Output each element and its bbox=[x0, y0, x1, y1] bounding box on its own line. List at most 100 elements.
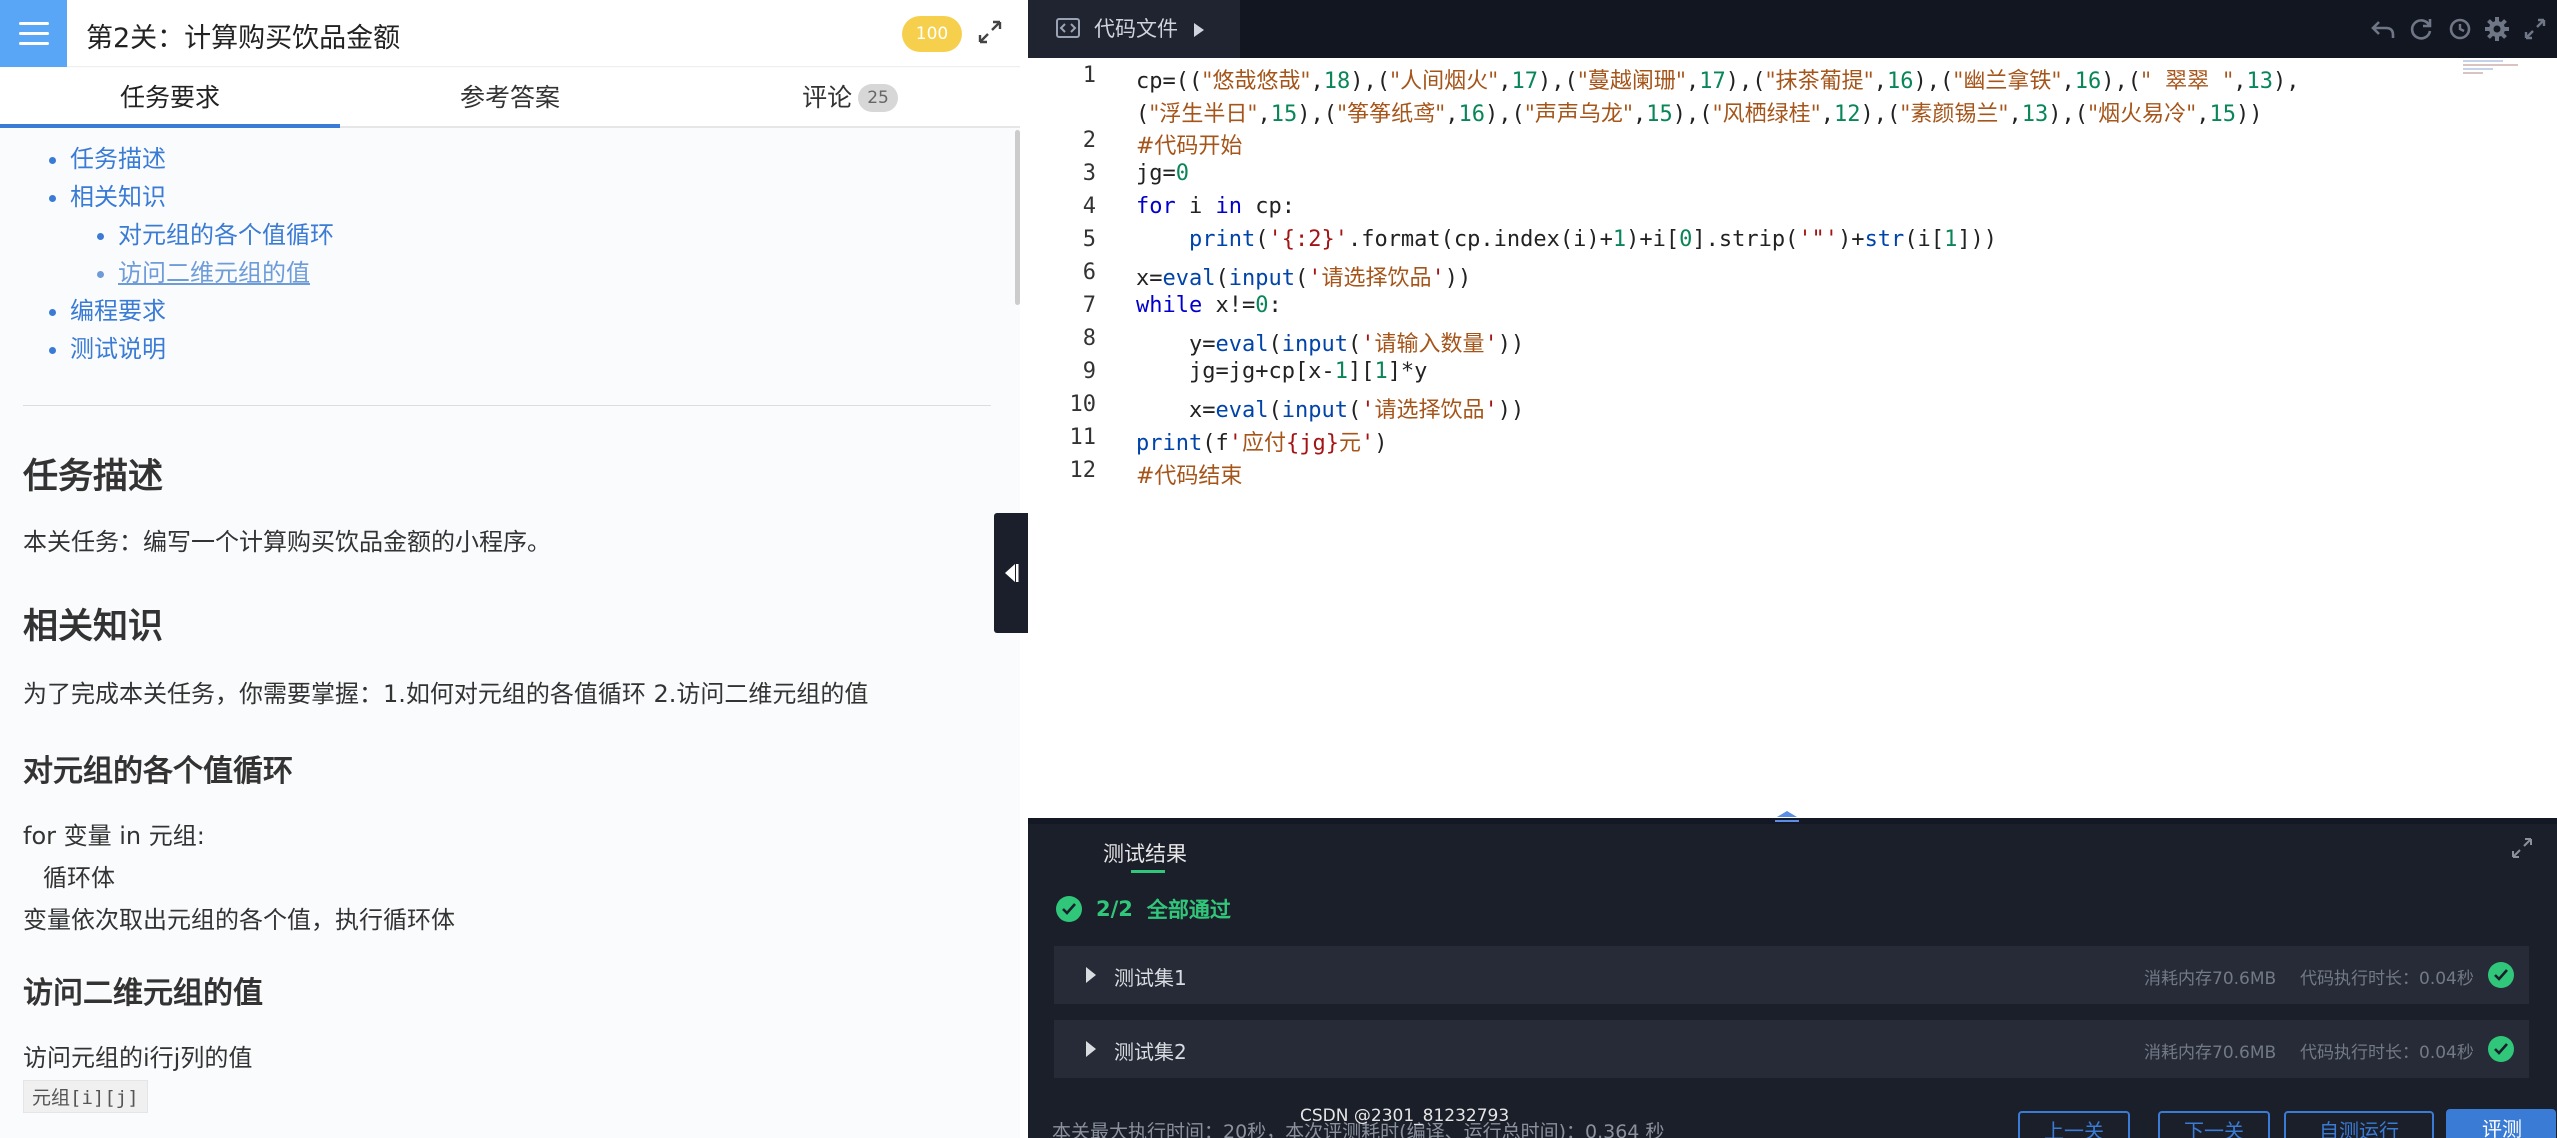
next-level-button[interactable]: 下一关 bbox=[2158, 1111, 2270, 1138]
line-number: 10 bbox=[1069, 392, 1097, 417]
loop-text-line: 循环体 bbox=[43, 864, 115, 892]
level-header: 第2关：计算购买饮品金额 100 bbox=[0, 0, 1020, 67]
watermark: CSDN @2301_81232793 bbox=[1300, 1106, 1510, 1126]
line-number: 9 bbox=[1082, 359, 1096, 384]
testset-label: 测试集2 bbox=[1114, 1040, 1187, 1064]
code-line[interactable]: cp=(("悠哉悠哉",18),("人间烟火",17),("蔓越阑珊",17),… bbox=[1136, 63, 2299, 95]
testset-row[interactable]: 测试集1 消耗内存70.6MB 代码执行时长：0.04秒 bbox=[1054, 946, 2529, 1004]
self-test-run-button[interactable]: 自测运行 bbox=[2284, 1111, 2434, 1138]
testset-time: 代码执行时长：0.04秒 bbox=[2300, 1043, 2474, 1063]
code-line[interactable]: #代码结束 bbox=[1136, 458, 1242, 490]
testset-row[interactable]: 测试集2 消耗内存70.6MB 代码执行时长：0.04秒 bbox=[1054, 1020, 2529, 1078]
toc-item-test-description[interactable]: 测试说明 bbox=[70, 330, 1000, 368]
tab-comments[interactable]: 评论 25 bbox=[680, 68, 1020, 128]
line-number: 7 bbox=[1082, 293, 1096, 318]
code-line[interactable]: while x!=0: bbox=[1136, 293, 1282, 318]
toc-item-programming-requirements[interactable]: 编程要求 bbox=[70, 292, 1000, 330]
code-line[interactable]: #代码开始 bbox=[1136, 128, 1242, 160]
level-title: 第2关：计算购买饮品金额 bbox=[86, 23, 401, 54]
line-number: 2 bbox=[1082, 128, 1096, 153]
toc-item-task-description[interactable]: 任务描述 bbox=[70, 140, 1000, 178]
test-result-panel: 测试结果 2/2 全部通过 测试集1 消耗内存70.6MB 代码执行时长：0.0… bbox=[1028, 824, 2557, 1138]
subsection-heading: 访问二维元组的值 bbox=[23, 976, 263, 1011]
code-line[interactable]: print(f'应付{jg}元') bbox=[1136, 425, 1388, 457]
access-text: 访问元组的i行j列的值 bbox=[23, 1044, 253, 1072]
file-tab[interactable]: 代码文件 bbox=[1028, 0, 1240, 58]
line-number: 3 bbox=[1082, 161, 1096, 186]
testset-memory: 消耗内存70.6MB bbox=[2144, 969, 2277, 989]
pass-text: 全部通过 bbox=[1146, 898, 1231, 922]
expand-icon[interactable] bbox=[976, 18, 1004, 46]
prev-level-button[interactable]: 上一关 bbox=[2018, 1111, 2130, 1138]
file-tab-label: 代码文件 bbox=[1094, 17, 1178, 41]
loop-text-line: for 变量 in 元组: bbox=[23, 822, 205, 850]
code-line[interactable]: x=eval(input('请选择饮品')) bbox=[1136, 260, 1471, 292]
expand-arrow-icon bbox=[1086, 967, 1096, 983]
tab-label: 任务要求 bbox=[119, 83, 220, 112]
tab-test-results[interactable]: 测试结果 bbox=[1103, 838, 1187, 868]
line-number: 8 bbox=[1082, 326, 1096, 351]
collapse-arrow-icon bbox=[1005, 564, 1019, 582]
pass-summary: 2/2 全部通过 bbox=[1056, 894, 1231, 924]
line-number: 5 bbox=[1082, 227, 1096, 252]
check-icon bbox=[1056, 896, 1082, 922]
code-line[interactable]: jg=jg+cp[x-1][1]*y bbox=[1136, 359, 1427, 384]
divider bbox=[23, 405, 991, 406]
code-file-icon bbox=[1056, 18, 1080, 38]
code-line[interactable]: for i in cp: bbox=[1136, 194, 1295, 219]
testset-label: 测试集1 bbox=[1114, 966, 1187, 990]
code-line[interactable]: ("浮生半日",15),("筝筝纸鸢",16),("声声乌龙",15),("风栖… bbox=[1136, 96, 2263, 128]
code-minimap[interactable] bbox=[2438, 58, 2548, 138]
expand-icon[interactable] bbox=[2510, 836, 2534, 860]
toc-item-tuple-loop[interactable]: 对元组的各个值循环 bbox=[118, 216, 1000, 254]
history-icon[interactable] bbox=[2446, 16, 2472, 42]
code-editor[interactable]: 1 2 3 4 5 6 7 8 9 10 11 12 cp=(("悠哉悠哉",1… bbox=[1028, 58, 2557, 818]
inline-code: 元组[i][j] bbox=[23, 1080, 148, 1113]
tab-label: 参考答案 bbox=[459, 83, 560, 112]
tab-reference-answer[interactable]: 参考答案 bbox=[340, 68, 680, 128]
testset-time: 代码执行时长：0.04秒 bbox=[2300, 969, 2474, 989]
task-text: 本关任务：编写一个计算购买饮品金额的小程序。 bbox=[23, 528, 551, 556]
section-heading: 任务描述 bbox=[23, 457, 164, 497]
line-number: 12 bbox=[1069, 458, 1097, 483]
expand-arrow-icon bbox=[1086, 1041, 1096, 1057]
table-of-contents: 任务描述 相关知识 对元组的各个值循环 访问二维元组的值 编程要求 测试说明 bbox=[0, 140, 1000, 368]
tab-requirements[interactable]: 任务要求 bbox=[0, 68, 340, 128]
line-number: 6 bbox=[1082, 260, 1096, 285]
loop-text-line: 变量依次取出元组的各个值，执行循环体 bbox=[23, 906, 455, 934]
task-panel: 第2关：计算购买饮品金额 100 任务要求 参考答案 评论25 任务描述 相关知… bbox=[0, 0, 1020, 1138]
line-number: 4 bbox=[1082, 194, 1096, 219]
check-icon bbox=[2488, 1036, 2514, 1062]
toc-item-2d-tuple-access[interactable]: 访问二维元组的值 bbox=[118, 254, 1000, 292]
fullscreen-icon[interactable] bbox=[2522, 16, 2548, 42]
pass-count: 2/2 bbox=[1096, 897, 1133, 921]
check-icon bbox=[2488, 962, 2514, 988]
collapse-panel-handle[interactable] bbox=[994, 513, 1028, 633]
line-number: 11 bbox=[1069, 425, 1097, 450]
subsection-heading: 对元组的各个值循环 bbox=[23, 754, 293, 789]
evaluate-button[interactable]: 评测 bbox=[2446, 1109, 2556, 1138]
scrollbar[interactable] bbox=[1015, 130, 1020, 305]
section-heading: 相关知识 bbox=[23, 607, 164, 647]
knowledge-text: 为了完成本关任务，你需要掌握：1.如何对元组的各值循环 2.访问二维元组的值 bbox=[23, 680, 869, 708]
editor-panel: 代码文件 1 2 3 4 5 6 7 8 9 10 11 12 cp=(("悠哉… bbox=[1028, 0, 2557, 1138]
code-line[interactable]: print('{:2}'.format(cp.index(i)+1)+i[0].… bbox=[1136, 227, 1997, 252]
code-line[interactable]: x=eval(input('请选择饮品')) bbox=[1136, 392, 1524, 424]
tab-underline bbox=[1131, 870, 1165, 873]
undo-icon[interactable] bbox=[2370, 16, 2396, 42]
tab-label: 评论 bbox=[802, 83, 853, 112]
play-arrow-icon bbox=[1194, 23, 1204, 37]
refresh-icon[interactable] bbox=[2408, 16, 2434, 42]
code-line[interactable]: y=eval(input('请输入数量')) bbox=[1136, 326, 1524, 358]
menu-icon[interactable] bbox=[0, 0, 67, 67]
line-number: 1 bbox=[1082, 63, 1096, 88]
testset-memory: 消耗内存70.6MB bbox=[2144, 1043, 2277, 1063]
gear-icon[interactable] bbox=[2484, 16, 2510, 42]
score-badge: 100 bbox=[902, 16, 962, 52]
comment-count-badge: 25 bbox=[858, 84, 898, 112]
toc-item-related-knowledge[interactable]: 相关知识 bbox=[70, 178, 1000, 216]
bottom-action-bar: 本关最大执行时间：20秒，本次评测耗时(编译、运行总时间)：0.364 秒 上一… bbox=[1028, 1105, 2557, 1138]
evaluate-button-label: 评测 bbox=[2482, 1117, 2522, 1138]
task-tabs: 任务要求 参考答案 评论 25 bbox=[0, 68, 1020, 128]
code-line[interactable]: jg=0 bbox=[1136, 161, 1189, 186]
